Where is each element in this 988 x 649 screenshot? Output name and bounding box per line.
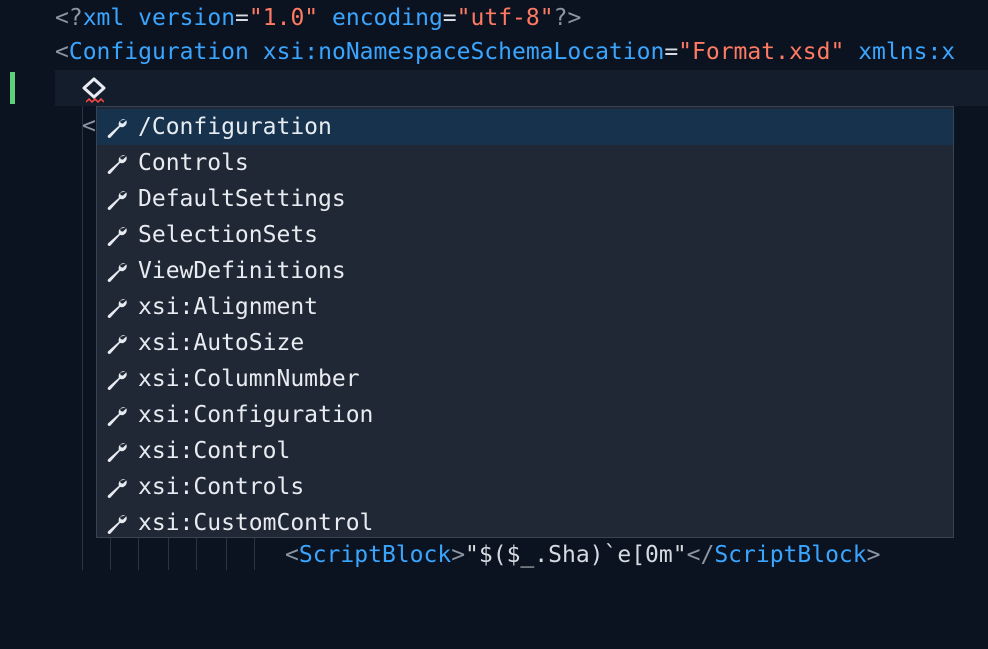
suggestion-item[interactable]: xsi:AutoSize	[97, 325, 953, 361]
wrench-icon	[107, 119, 127, 138]
wrench-icon	[107, 479, 127, 498]
suggestion-item[interactable]: xsi:Controls	[97, 469, 953, 505]
suggestion-label: xsi:ColumnNumber	[138, 366, 360, 392]
wrench-icon	[107, 371, 127, 390]
suggestion-item[interactable]: Controls	[97, 145, 953, 181]
suggestion-label: xsi:AutoSize	[138, 330, 305, 356]
suggestion-label: xsi:Control	[138, 438, 291, 464]
end-tag-open: </	[686, 542, 715, 568]
suggestion-label: SelectionSets	[138, 222, 319, 248]
suggestion-item[interactable]: xsi:Configuration	[97, 397, 953, 433]
tag-open-bracket: <	[285, 542, 299, 568]
wrench-icon	[107, 299, 127, 318]
suggestion-label: DefaultSettings	[138, 186, 346, 212]
attr-xmlns: xmlns:x	[858, 39, 956, 65]
indent-guide	[82, 106, 83, 570]
code-editor[interactable]: <?xml version="1.0" encoding="utf-8"?> <…	[0, 0, 988, 570]
suggestion-label: xsi:Configuration	[138, 402, 374, 428]
suggestion-label: ViewDefinitions	[138, 258, 346, 284]
tag-scriptblock-close: ScriptBlock	[714, 542, 867, 568]
end-tag-close: >	[866, 542, 881, 568]
autocomplete-suggestions[interactable]: /Configuration Controls DefaultSettings …	[96, 106, 954, 538]
code-line-2[interactable]: <Configuration xsi:noNamespaceSchemaLoca…	[0, 34, 988, 70]
xml-decl-close: ?>	[553, 5, 582, 31]
equals: =	[664, 39, 679, 65]
attr-version: version	[138, 5, 236, 31]
attr-schema-location: xsi:noNamespaceSchemaLocation	[262, 39, 665, 65]
suggestion-label: /Configuration	[138, 114, 332, 140]
suggestion-label: xsi:Alignment	[138, 294, 319, 320]
wrench-icon	[107, 263, 127, 282]
suggestion-item[interactable]: xsi:Control	[97, 433, 953, 469]
tag-scriptblock-open: ScriptBlock	[298, 542, 452, 568]
tag-close-bracket: >	[451, 542, 466, 568]
suggestion-label: xsi:Controls	[138, 474, 305, 500]
current-line-highlight	[55, 70, 988, 106]
equals: =	[442, 5, 457, 31]
equals: =	[235, 5, 249, 31]
suggestion-item[interactable]: /Configuration	[97, 109, 953, 145]
xml-decl-name: xml	[82, 5, 125, 31]
value-schema-location: "Format.xsd"	[678, 39, 845, 65]
xml-decl-open: <?	[55, 5, 83, 31]
code-line-1[interactable]: <?xml version="1.0" encoding="utf-8"?>	[0, 0, 988, 36]
value-version: "1.0"	[248, 5, 319, 31]
wrench-icon	[107, 443, 127, 462]
wrench-icon	[107, 335, 127, 354]
attr-encoding: encoding	[332, 5, 443, 31]
suggestion-item[interactable]: ViewDefinitions	[97, 253, 953, 289]
wrench-icon	[107, 227, 127, 246]
suggestion-item[interactable]: SelectionSets	[97, 217, 953, 253]
wrench-icon	[107, 155, 127, 174]
scriptblock-content: "$($_.Sha)`e[0m"	[465, 542, 687, 568]
partial-tag-bracket: <	[82, 113, 96, 139]
suggestion-label: xsi:CustomControl	[138, 510, 374, 536]
tag-configuration: Configuration	[68, 39, 249, 65]
suggestion-item[interactable]: xsi:Alignment	[97, 289, 953, 325]
value-encoding: "utf-8"	[456, 5, 554, 31]
suggestion-item[interactable]: DefaultSettings	[97, 181, 953, 217]
wrench-icon	[107, 191, 127, 210]
suggestion-item[interactable]: xsi:ColumnNumber	[97, 361, 953, 397]
tag-open-bracket: <	[55, 39, 69, 65]
suggestion-label: Controls	[138, 150, 249, 176]
suggestion-item[interactable]: xsi:CustomControl	[97, 505, 953, 541]
wrench-icon	[107, 407, 127, 426]
wrench-icon	[107, 515, 127, 534]
modified-line-marker	[10, 72, 15, 104]
error-squiggle-icon	[86, 98, 104, 104]
